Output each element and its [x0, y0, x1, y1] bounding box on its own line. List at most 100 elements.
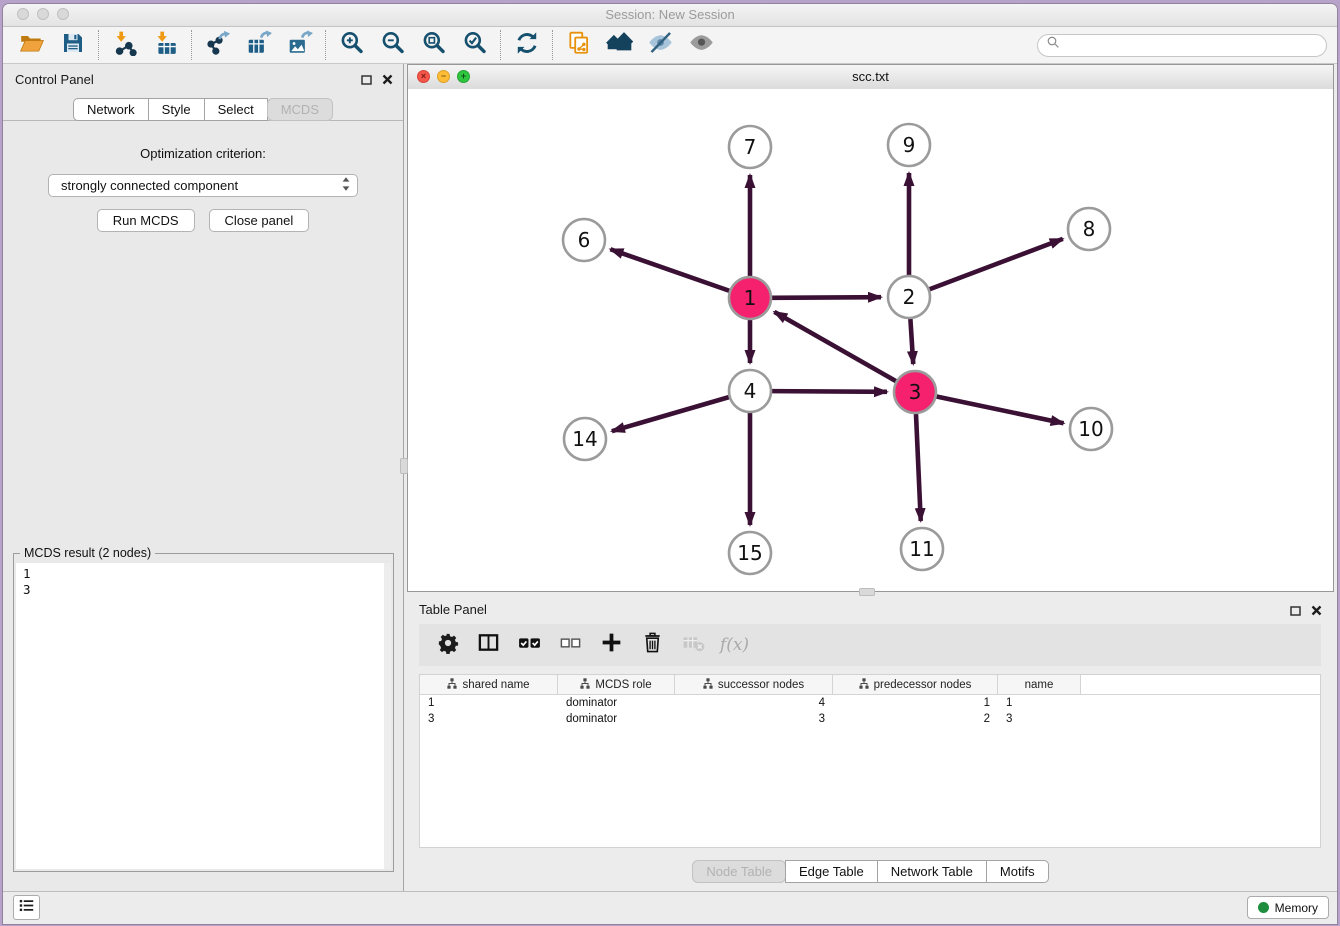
column-header-predecessor-nodes[interactable]: predecessor nodes	[833, 675, 998, 694]
tab-style[interactable]: Style	[148, 98, 205, 121]
tab-select[interactable]: Select	[204, 98, 268, 121]
create-column-button[interactable]	[593, 627, 630, 663]
node-table[interactable]: shared nameMCDS rolesuccessor nodesprede…	[419, 674, 1321, 848]
dropdown-stepper-icon	[341, 176, 351, 195]
task-history-button[interactable]	[13, 895, 40, 920]
graph-node-6[interactable]: 6	[563, 219, 605, 261]
svg-text:15: 15	[737, 541, 762, 565]
close-panel-button[interactable]: Close panel	[209, 209, 310, 232]
graph-node-9[interactable]: 9	[888, 124, 930, 166]
graph-node-3[interactable]: 3	[894, 371, 936, 413]
graph-edge-3-1[interactable]	[774, 312, 896, 381]
tab-network-table[interactable]: Network Table	[877, 860, 987, 883]
zoom-in-icon	[339, 30, 365, 61]
hide-all-columns-button[interactable]	[552, 627, 589, 663]
title-bar: Session: New Session	[3, 4, 1337, 27]
tab-node-table[interactable]: Node Table	[692, 860, 786, 883]
tab-edge-table[interactable]: Edge Table	[785, 860, 878, 883]
table-cell[interactable]: 3	[998, 713, 1081, 725]
table-row[interactable]: 3dominator323	[420, 711, 1320, 727]
show-all-columns-button[interactable]	[511, 627, 548, 663]
table-cell[interactable]: 4	[675, 697, 833, 709]
export-table-button[interactable]	[238, 29, 279, 61]
network-zoom-icon[interactable]: +	[457, 70, 470, 83]
network-close-icon[interactable]: ×	[417, 70, 430, 83]
import-network-button[interactable]	[104, 29, 145, 61]
svg-text:4: 4	[744, 379, 757, 403]
graph-edge-3-10[interactable]	[937, 397, 1064, 424]
column-header-successor-nodes[interactable]: successor nodes	[675, 675, 833, 694]
float-table-panel-icon[interactable]	[1290, 603, 1301, 621]
eye-slash-icon	[647, 29, 674, 61]
column-header-shared-name[interactable]: shared name	[420, 675, 558, 694]
minimize-window-icon[interactable]	[37, 8, 49, 20]
table-cell[interactable]: 1	[998, 697, 1081, 709]
graph-node-7[interactable]: 7	[729, 126, 771, 168]
table-cell[interactable]: 1	[420, 697, 558, 709]
hide-panels-button[interactable]	[640, 29, 681, 61]
close-table-panel-icon[interactable]	[1311, 603, 1322, 621]
vertical-splitter-grip[interactable]	[400, 458, 408, 474]
graph-edge-4-14[interactable]	[612, 397, 729, 431]
graph-edge-2-8[interactable]	[930, 239, 1063, 289]
search-box[interactable]	[1037, 34, 1327, 57]
table-cell[interactable]: 1	[833, 697, 998, 709]
result-scrollbar[interactable]	[384, 563, 391, 869]
graph-node-4[interactable]: 4	[729, 370, 771, 412]
import-table-button[interactable]	[145, 29, 186, 61]
graph-edge-1-2[interactable]	[772, 297, 881, 298]
float-panel-icon[interactable]	[361, 72, 372, 90]
network-canvas[interactable]: 7 9 6 8 1 2 4 3 14 10 15 11	[408, 89, 1333, 591]
graph-node-11[interactable]: 11	[901, 528, 943, 570]
search-input[interactable]	[1066, 37, 1326, 54]
zoom-selected-button[interactable]	[454, 29, 495, 61]
graph-node-8[interactable]: 8	[1068, 208, 1110, 250]
run-mcds-button[interactable]: Run MCDS	[97, 209, 195, 232]
export-network-button[interactable]	[197, 29, 238, 61]
zoom-in-button[interactable]	[331, 29, 372, 61]
open-session-button[interactable]	[11, 29, 52, 61]
zoom-window-icon[interactable]	[57, 8, 69, 20]
table-cell[interactable]: 3	[675, 713, 833, 725]
table-cell[interactable]: dominator	[558, 697, 675, 709]
graph-edge-3-11[interactable]	[916, 414, 921, 521]
memory-button[interactable]: Memory	[1247, 896, 1329, 919]
graph-edge-2-3[interactable]	[910, 319, 913, 364]
criterion-dropdown[interactable]: strongly connected component	[48, 174, 358, 197]
delete-columns-button[interactable]	[634, 627, 671, 663]
graph-edge-1-6[interactable]	[610, 249, 729, 291]
table-cell[interactable]: dominator	[558, 713, 675, 725]
graph-node-1[interactable]: 1	[729, 277, 771, 319]
tab-mcds[interactable]: MCDS	[267, 98, 333, 121]
zoom-out-button[interactable]	[372, 29, 413, 61]
save-session-button[interactable]	[52, 29, 93, 61]
clone-network-button[interactable]	[558, 29, 599, 61]
table-cell[interactable]: 2	[833, 713, 998, 725]
tab-network[interactable]: Network	[73, 98, 149, 121]
table-row[interactable]: 1dominator411	[420, 695, 1320, 711]
column-view-button[interactable]	[470, 627, 507, 663]
horizontal-splitter-grip[interactable]	[859, 588, 875, 596]
graph-node-15[interactable]: 15	[729, 532, 771, 574]
refresh-button[interactable]	[506, 29, 547, 61]
show-panels-button[interactable]	[681, 29, 722, 61]
home-button[interactable]	[599, 29, 640, 61]
window-title: Session: New Session	[3, 4, 1337, 26]
graph-node-2[interactable]: 2	[888, 276, 930, 318]
graph-node-14[interactable]: 14	[564, 418, 606, 460]
export-image-button[interactable]	[279, 29, 320, 61]
network-minimize-icon[interactable]: −	[437, 70, 450, 83]
graph-node-10[interactable]: 10	[1070, 408, 1112, 450]
mcds-result-textarea[interactable]: 1 3	[16, 563, 391, 869]
close-window-icon[interactable]	[17, 8, 29, 20]
close-panel-icon[interactable]	[382, 72, 393, 90]
zoom-fit-button[interactable]	[413, 29, 454, 61]
table-cell[interactable]: 3	[420, 713, 558, 725]
graph-edge-4-3[interactable]	[772, 391, 887, 392]
column-header-name[interactable]: name	[998, 675, 1081, 694]
tab-motifs[interactable]: Motifs	[986, 860, 1049, 883]
column-type-icon	[859, 678, 869, 692]
column-header-MCDS-role[interactable]: MCDS role	[558, 675, 675, 694]
table-settings-button[interactable]	[429, 627, 466, 663]
network-window-titlebar[interactable]: × − + scc.txt	[408, 65, 1333, 90]
